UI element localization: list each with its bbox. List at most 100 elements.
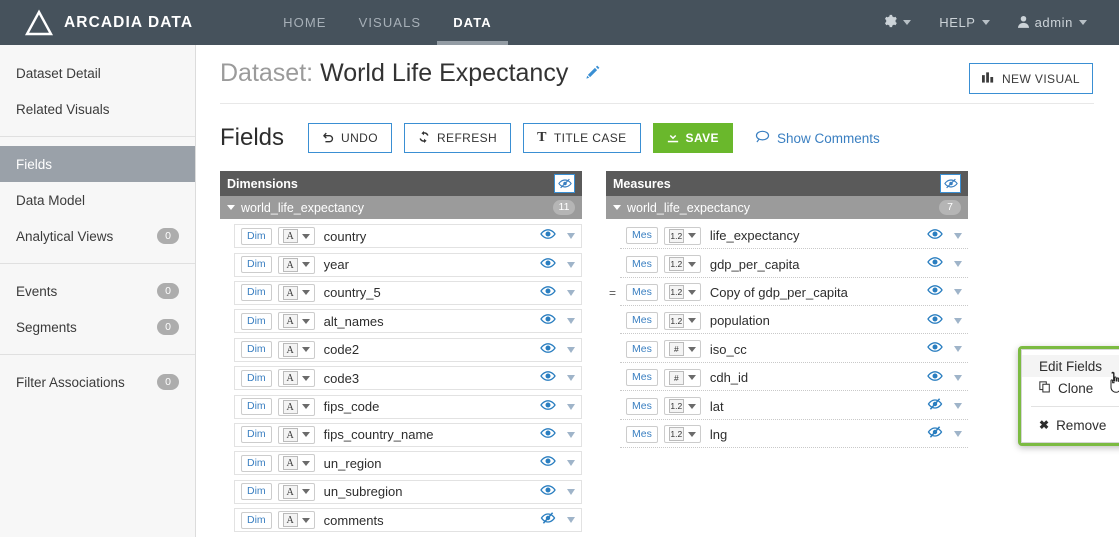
sidebar-item-related-visuals[interactable]: Related Visuals <box>0 91 195 127</box>
sidebar-item-analytical-views[interactable]: Analytical Views 0 <box>0 218 195 254</box>
field-menu-caret-icon[interactable] <box>567 517 575 524</box>
nav-tab-home[interactable]: HOME <box>267 0 342 45</box>
field-row[interactable]: Dim Acountry <box>220 222 582 250</box>
field-row[interactable]: Mes 1.2 life_expectancy <box>606 222 968 250</box>
field-menu-caret-icon[interactable] <box>567 460 575 467</box>
field-menu-caret-icon[interactable] <box>567 233 575 240</box>
context-menu-item-clone[interactable]: Clone <box>1022 377 1119 399</box>
field-row[interactable]: Dim Aun_subregion <box>220 478 582 506</box>
eye-slash-icon[interactable] <box>540 511 556 529</box>
field-menu-caret-icon[interactable] <box>954 403 962 410</box>
context-menu-item-edit-fields[interactable]: Edit Fields <box>1022 355 1119 377</box>
field-kind-badge[interactable]: Mes <box>626 283 658 301</box>
field-type-selector[interactable]: 1.2 <box>663 255 701 274</box>
field-kind-badge[interactable]: Mes <box>626 227 658 245</box>
field-kind-badge[interactable]: Mes <box>626 369 658 387</box>
field-type-selector[interactable]: 1.2 <box>663 226 701 245</box>
field-row[interactable]: Mes 1.2 gdp_per_capita <box>606 250 968 278</box>
field-type-selector[interactable]: # <box>663 340 701 359</box>
pencil-icon[interactable] <box>585 58 601 87</box>
field-kind-badge[interactable]: Dim <box>241 284 272 302</box>
field-kind-badge[interactable]: Dim <box>241 256 272 274</box>
sidebar-item-filter-associations[interactable]: Filter Associations 0 <box>0 364 195 400</box>
field-row[interactable]: Dim Afips_country_name <box>220 421 582 449</box>
eye-icon[interactable] <box>927 312 943 330</box>
field-row[interactable]: Dim Acode3 <box>220 364 582 392</box>
field-kind-badge[interactable]: Dim <box>241 312 272 330</box>
sidebar-item-events[interactable]: Events 0 <box>0 273 195 309</box>
eye-icon[interactable] <box>540 398 556 416</box>
field-kind-badge[interactable]: Dim <box>241 426 272 444</box>
field-type-selector[interactable]: 1.2 <box>663 425 701 444</box>
field-row[interactable]: Dim Ayear <box>220 250 582 278</box>
field-menu-caret-icon[interactable] <box>954 261 962 268</box>
field-kind-badge[interactable]: Dim <box>241 511 272 529</box>
field-row[interactable]: Mes # cdh_id <box>606 364 968 392</box>
user-menu-button[interactable]: admin <box>1004 15 1101 31</box>
field-row[interactable]: Mes 1.2 population <box>606 307 968 335</box>
field-type-selector[interactable]: # <box>663 368 701 387</box>
eye-icon[interactable] <box>540 312 556 330</box>
field-type-selector[interactable]: A <box>277 425 315 444</box>
field-menu-caret-icon[interactable] <box>954 431 962 438</box>
field-row[interactable]: Dim Acode2 <box>220 336 582 364</box>
nav-tab-data[interactable]: DATA <box>437 0 508 45</box>
field-menu-caret-icon[interactable] <box>567 431 575 438</box>
eye-icon[interactable] <box>540 284 556 302</box>
field-type-selector[interactable]: A <box>277 255 315 274</box>
field-menu-caret-icon[interactable] <box>567 261 575 268</box>
show-comments-link[interactable]: Show Comments <box>755 130 880 146</box>
eye-icon[interactable] <box>540 454 556 472</box>
field-kind-badge[interactable]: Dim <box>241 227 272 245</box>
eye-slash-icon[interactable] <box>554 174 575 193</box>
field-kind-badge[interactable]: Mes <box>626 340 658 358</box>
field-menu-caret-icon[interactable] <box>954 317 962 324</box>
dimensions-table-group[interactable]: world_life_expectancy 11 <box>220 196 582 219</box>
field-menu-caret-icon[interactable] <box>954 374 962 381</box>
eye-slash-icon[interactable] <box>927 425 943 443</box>
field-menu-caret-icon[interactable] <box>567 289 575 296</box>
field-menu-caret-icon[interactable] <box>567 318 575 325</box>
measures-table-group[interactable]: world_life_expectancy 7 <box>606 196 968 219</box>
eye-icon[interactable] <box>927 283 943 301</box>
eye-icon[interactable] <box>927 255 943 273</box>
sidebar-item-fields[interactable]: Fields <box>0 146 195 182</box>
field-menu-caret-icon[interactable] <box>567 488 575 495</box>
eye-icon[interactable] <box>927 227 943 245</box>
field-row[interactable]: Dim Acomments <box>220 506 582 534</box>
title-case-button[interactable]: T TITLE CASE <box>523 123 641 153</box>
field-row[interactable]: Dim Aalt_names <box>220 307 582 335</box>
undo-button[interactable]: UNDO <box>308 123 392 153</box>
field-row[interactable]: Dim Acountry_5 <box>220 279 582 307</box>
field-type-selector[interactable]: 1.2 <box>663 311 701 330</box>
field-type-selector[interactable]: A <box>277 454 315 473</box>
field-type-selector[interactable]: A <box>277 369 315 388</box>
sidebar-item-dataset-detail[interactable]: Dataset Detail <box>0 55 195 91</box>
eye-icon[interactable] <box>927 369 943 387</box>
field-type-selector[interactable]: A <box>277 482 315 501</box>
field-kind-badge[interactable]: Mes <box>626 425 658 443</box>
eye-icon[interactable] <box>540 483 556 501</box>
field-type-selector[interactable]: A <box>277 340 315 359</box>
new-visual-button[interactable]: NEW VISUAL <box>968 63 1093 94</box>
field-row[interactable]: Mes # iso_cc <box>606 336 968 364</box>
eye-icon[interactable] <box>540 426 556 444</box>
context-menu-item-remove[interactable]: ✖ Remove <box>1022 414 1119 436</box>
field-type-selector[interactable]: A <box>277 511 315 530</box>
field-menu-caret-icon[interactable] <box>567 403 575 410</box>
field-row[interactable]: Mes 1.2 lat <box>606 392 968 420</box>
field-menu-caret-icon[interactable] <box>567 375 575 382</box>
nav-tab-visuals[interactable]: VISUALS <box>343 0 438 45</box>
help-menu-button[interactable]: HELP <box>925 15 1003 30</box>
field-menu-caret-icon[interactable] <box>954 232 962 239</box>
field-type-selector[interactable]: A <box>277 397 315 416</box>
refresh-button[interactable]: REFRESH <box>403 123 512 153</box>
field-kind-badge[interactable]: Mes <box>626 312 658 330</box>
field-row[interactable]: Dim Aun_region <box>220 449 582 477</box>
field-menu-caret-icon[interactable] <box>954 346 962 353</box>
field-type-selector[interactable]: A <box>277 227 315 246</box>
sidebar-item-data-model[interactable]: Data Model <box>0 182 195 218</box>
field-menu-caret-icon[interactable] <box>567 346 575 353</box>
field-row[interactable]: Dim Afips_code <box>220 392 582 420</box>
eye-icon[interactable] <box>540 256 556 274</box>
